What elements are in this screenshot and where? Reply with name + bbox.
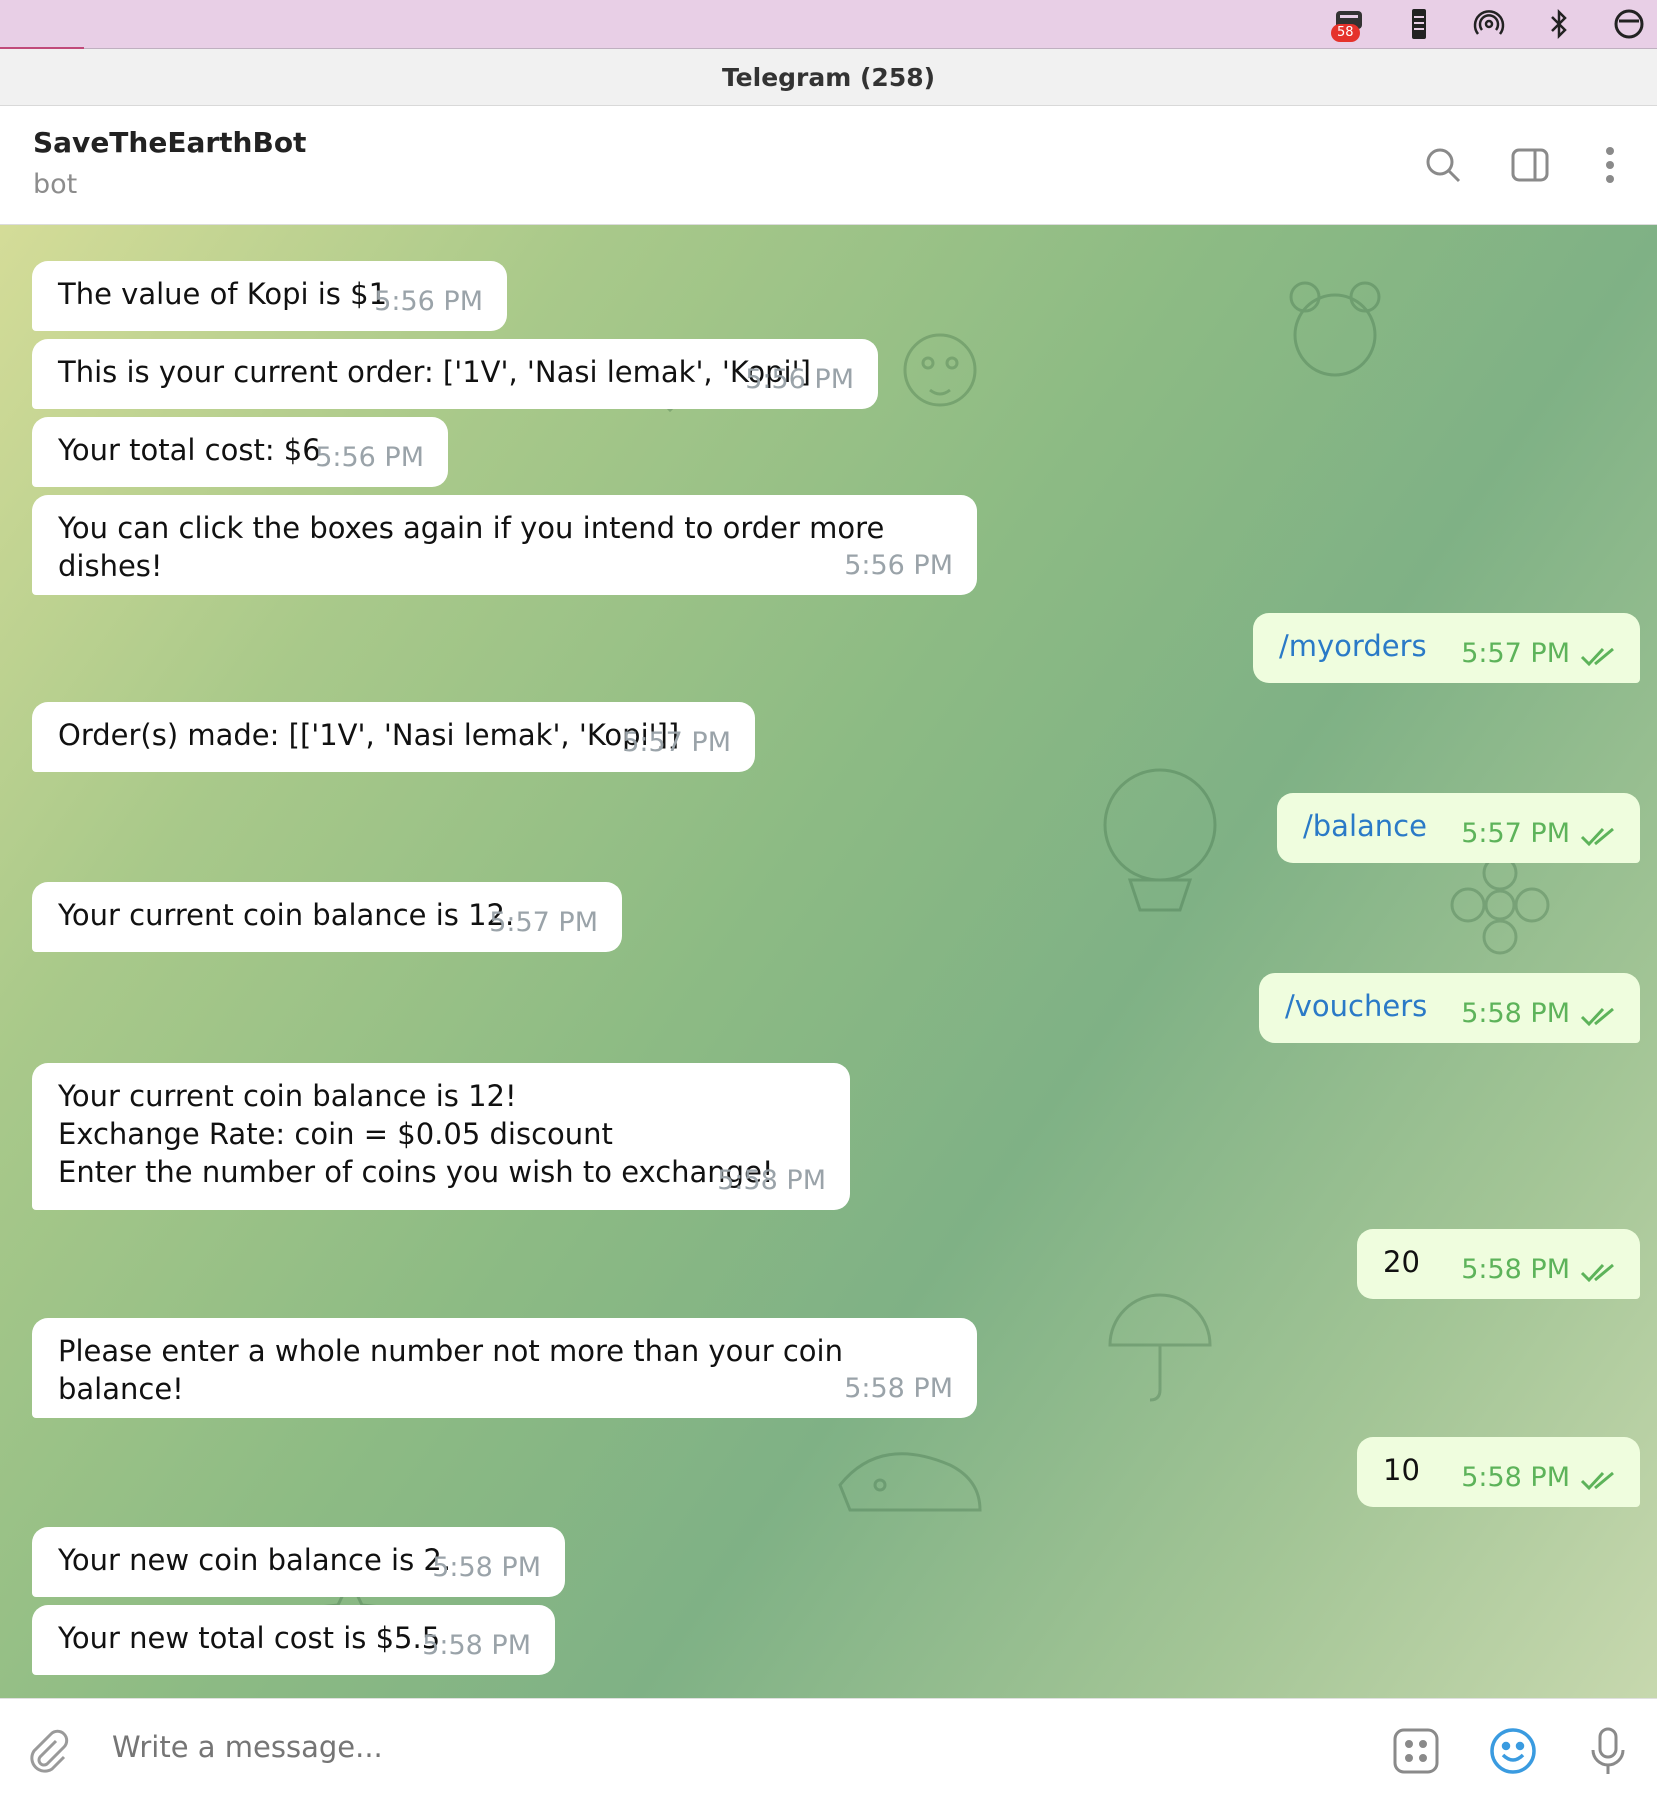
message-text: /myorders	[1279, 629, 1427, 663]
message-time: 5:56 PM	[374, 286, 483, 317]
bluetooth-icon[interactable]	[1541, 6, 1577, 42]
message-time: 5:56 PM	[745, 364, 854, 395]
message-incoming[interactable]: Your current coin balance is 12. 5:57 PM	[32, 882, 622, 952]
message-outgoing[interactable]: /myorders 5:57 PM	[1253, 613, 1640, 683]
message-text: Your current coin balance is 12! Exchang…	[58, 1079, 774, 1189]
message-text: You can click the boxes again if you int…	[58, 511, 885, 583]
message-time: 5:58 PM	[432, 1552, 541, 1583]
doodle-flower-icon	[1450, 855, 1550, 955]
message-text: This is your current order: ['1V', 'Nasi…	[58, 355, 811, 389]
read-double-check-icon	[1580, 1263, 1614, 1283]
message-text: Your current coin balance is 12.	[58, 898, 515, 932]
more-options-icon[interactable]	[1585, 140, 1635, 190]
message-outgoing[interactable]: 10 5:58 PM	[1357, 1437, 1640, 1507]
airdrop-icon[interactable]	[1471, 6, 1507, 42]
search-icon[interactable]	[1418, 140, 1468, 190]
message-outgoing[interactable]: /balance 5:57 PM	[1277, 793, 1640, 863]
vpn-icon[interactable]	[1611, 6, 1647, 42]
emoji-icon[interactable]	[1485, 1723, 1541, 1779]
chat-status: bot	[33, 169, 78, 200]
chat-history[interactable]: The value of Kopi is $1 5:56 PM This is …	[0, 225, 1657, 1698]
sidebar-toggle-icon[interactable]	[1505, 140, 1555, 190]
read-double-check-icon	[1580, 827, 1614, 847]
message-text: 20	[1383, 1245, 1420, 1279]
message-outgoing[interactable]: /vouchers 5:58 PM	[1259, 973, 1640, 1043]
message-incoming[interactable]: Order(s) made: [['1V', 'Nasi lemak', 'Ko…	[32, 702, 755, 772]
message-input[interactable]	[110, 1729, 1314, 1765]
window-title: Telegram (258)	[0, 49, 1657, 106]
message-time: 5:56 PM	[315, 442, 424, 473]
message-time: 5:58 PM	[717, 1165, 826, 1196]
message-text: The value of Kopi is $1	[58, 277, 388, 311]
message-incoming[interactable]: The value of Kopi is $1 5:56 PM	[32, 261, 507, 331]
notification-app-icon[interactable]: 58	[1331, 6, 1367, 42]
read-double-check-icon	[1580, 1471, 1614, 1491]
doodle-bear-icon	[1289, 281, 1381, 377]
doodle-balloon-icon	[1103, 768, 1217, 912]
message-time: 5:57 PM	[622, 727, 731, 758]
chat-header: SaveTheEarthBot bot	[0, 106, 1657, 225]
microphone-icon[interactable]	[1580, 1723, 1636, 1779]
message-text: /balance	[1303, 809, 1427, 843]
message-time: 5:58 PM	[1461, 1462, 1570, 1493]
menubar-status-icons: 58	[1331, 6, 1647, 42]
message-text: Please enter a whole number not more tha…	[58, 1334, 843, 1406]
attach-paperclip-icon[interactable]	[20, 1723, 76, 1779]
message-text: Your new coin balance is 2.	[58, 1543, 452, 1577]
bot-commands-icon[interactable]	[1388, 1723, 1444, 1779]
doodle-dog-icon	[903, 333, 977, 407]
message-text: 10	[1383, 1453, 1420, 1487]
doodle-whale-icon	[838, 1452, 982, 1512]
read-double-check-icon	[1580, 647, 1614, 667]
message-text: Your total cost: $6	[58, 433, 321, 467]
message-incoming[interactable]: Your current coin balance is 12! Exchang…	[32, 1063, 850, 1210]
message-incoming[interactable]: This is your current order: ['1V', 'Nasi…	[32, 339, 878, 409]
message-composer	[0, 1698, 1657, 1801]
message-time: 5:57 PM	[1461, 638, 1570, 669]
message-time: 5:58 PM	[1461, 998, 1570, 1029]
read-double-check-icon	[1580, 1007, 1614, 1027]
doodle-umbrella-icon	[1108, 1293, 1212, 1402]
message-time: 5:58 PM	[1461, 1254, 1570, 1285]
message-incoming[interactable]: You can click the boxes again if you int…	[32, 495, 977, 595]
message-incoming[interactable]: Your new total cost is $5.5 5:58 PM	[32, 1605, 555, 1675]
message-incoming[interactable]: Please enter a whole number not more tha…	[32, 1318, 977, 1418]
battery-icon[interactable]	[1401, 6, 1437, 42]
message-outgoing[interactable]: 20 5:58 PM	[1357, 1229, 1640, 1299]
notification-badge: 58	[1331, 24, 1360, 42]
chat-name[interactable]: SaveTheEarthBot	[33, 126, 306, 159]
message-time: 5:58 PM	[844, 1373, 953, 1404]
message-time: 5:58 PM	[422, 1630, 531, 1661]
message-text: /vouchers	[1285, 989, 1428, 1023]
message-time: 5:57 PM	[489, 907, 598, 938]
message-incoming[interactable]: Your total cost: $6 5:56 PM	[32, 417, 448, 487]
message-text: Order(s) made: [['1V', 'Nasi lemak', 'Ko…	[58, 718, 680, 752]
message-time: 5:56 PM	[844, 550, 953, 581]
system-menubar: 58	[0, 0, 1657, 49]
message-time: 5:57 PM	[1461, 818, 1570, 849]
message-text: Your new total cost is $5.5	[58, 1621, 441, 1655]
message-incoming[interactable]: Your new coin balance is 2. 5:58 PM	[32, 1527, 565, 1597]
